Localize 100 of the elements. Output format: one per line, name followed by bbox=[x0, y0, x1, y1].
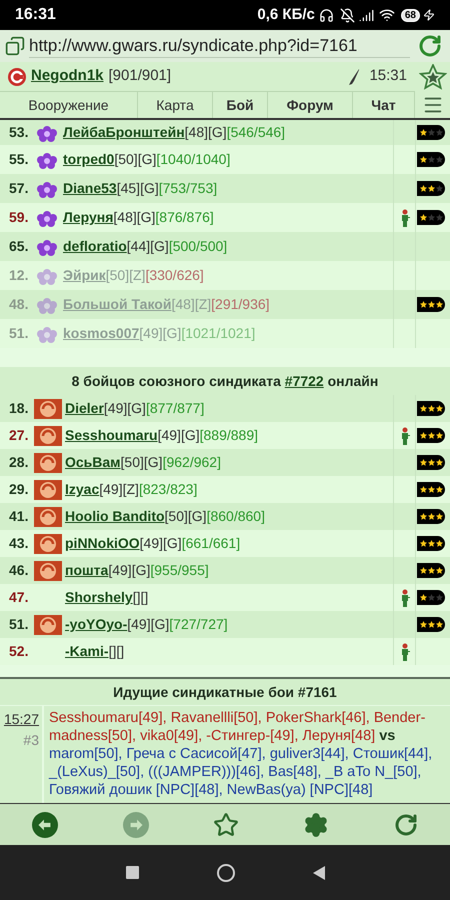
emblem-avatar-icon bbox=[34, 560, 62, 580]
member-number: 47. bbox=[9, 588, 30, 607]
home-icon[interactable] bbox=[216, 864, 234, 882]
status-time: 16:31 bbox=[15, 5, 56, 25]
rifle-icon bbox=[348, 68, 360, 86]
emblem-avatar-icon bbox=[34, 480, 62, 500]
member-name-link[interactable]: Леруня bbox=[63, 209, 114, 225]
member-info: -yoYOyo-[49][G][727/727] bbox=[65, 615, 228, 634]
emblem-avatar-icon bbox=[34, 506, 62, 526]
nav-tab[interactable]: Форум bbox=[268, 92, 353, 118]
member-info: Sesshoumaru[49][G][889/889] bbox=[65, 426, 258, 445]
member-name-link[interactable]: torped0 bbox=[63, 151, 114, 167]
member-info: Diane53[45][G][753/753] bbox=[63, 179, 218, 198]
section-title: онлайн bbox=[326, 372, 378, 390]
wifi-icon bbox=[378, 7, 395, 23]
nav-tab[interactable]: Вооружение bbox=[0, 92, 138, 118]
emblem-avatar-icon bbox=[34, 614, 62, 634]
star-icon[interactable] bbox=[418, 64, 446, 90]
back-icon[interactable] bbox=[312, 866, 324, 880]
flower-avatar-icon bbox=[34, 238, 60, 256]
user-hp: [901/901] bbox=[108, 66, 172, 86]
member-info: Большой Такой[48][Z][291/936] bbox=[63, 295, 270, 314]
battle-number: #3 bbox=[23, 731, 39, 750]
star-icon[interactable] bbox=[212, 812, 239, 838]
member-number: 52. bbox=[9, 642, 30, 661]
member-number: 29. bbox=[9, 480, 30, 499]
syndicate-link[interactable]: #7722 bbox=[284, 370, 324, 392]
member-number: 53. bbox=[9, 123, 30, 142]
emblem-avatar-icon bbox=[34, 452, 62, 472]
battery-level: 68 bbox=[400, 8, 420, 22]
flower-avatar-icon bbox=[34, 124, 60, 142]
member-info: ЛейбаБронштейн[48][G][546/546] bbox=[63, 123, 286, 142]
member-name-link[interactable]: defloratio bbox=[63, 238, 127, 254]
soldier-icon bbox=[400, 588, 410, 606]
member-number: 51. bbox=[9, 324, 30, 343]
member-name-link[interactable]: Diane53 bbox=[63, 180, 117, 196]
server-time: 15:31 bbox=[369, 66, 407, 86]
member-number: 65. bbox=[9, 237, 30, 256]
signal-icon bbox=[358, 8, 374, 22]
member-number: 48. bbox=[9, 295, 30, 314]
recents-icon[interactable] bbox=[126, 866, 138, 879]
bell-off-icon bbox=[340, 8, 355, 22]
member-number: 18. bbox=[9, 399, 30, 418]
member-name-link[interactable]: Hoolio Bandito bbox=[65, 508, 165, 524]
member-number: 51. bbox=[9, 615, 30, 634]
user-name-link[interactable]: Negodn1k bbox=[31, 65, 104, 88]
reload-icon[interactable] bbox=[418, 34, 442, 58]
emblem-avatar-icon bbox=[34, 398, 62, 418]
member-info: пошта[49][G][955/955] bbox=[65, 561, 209, 580]
headphones-icon bbox=[318, 8, 334, 22]
battle-time-link[interactable]: 15:27 bbox=[4, 709, 39, 730]
nav-tab[interactable]: Бой bbox=[213, 92, 268, 118]
logo-icon bbox=[8, 68, 26, 86]
flower-avatar-icon bbox=[34, 180, 60, 198]
member-number: 28. bbox=[9, 453, 30, 472]
back-icon[interactable] bbox=[32, 812, 58, 838]
flower-avatar-icon bbox=[34, 296, 60, 314]
battles-title: Идущие синдикатные бои #7161 bbox=[0, 679, 450, 706]
member-info: -Kami-[][] bbox=[65, 642, 124, 661]
member-number: 27. bbox=[9, 426, 30, 445]
member-name-link[interactable]: ОсьВам bbox=[65, 454, 121, 470]
flower-avatar-icon bbox=[34, 208, 60, 226]
member-info: Izyac[49][Z][823/823] bbox=[65, 480, 198, 499]
member-number: 12. bbox=[9, 266, 30, 285]
member-name-link[interactable]: Izyac bbox=[65, 481, 100, 497]
member-number: 55. bbox=[9, 150, 30, 169]
member-number: 41. bbox=[9, 507, 30, 526]
member-name-link[interactable]: Shorshely bbox=[65, 589, 133, 605]
member-number: 46. bbox=[9, 561, 30, 580]
reload-icon[interactable] bbox=[394, 812, 418, 836]
member-name-link[interactable]: -Kami- bbox=[65, 643, 109, 659]
tabs-icon[interactable] bbox=[5, 36, 25, 56]
settings-icon[interactable] bbox=[303, 812, 330, 838]
member-info: piNNokiOO[49][G][661/661] bbox=[65, 534, 240, 553]
member-number: 57. bbox=[9, 179, 30, 198]
member-info: Леруня[48][G][876/876] bbox=[63, 208, 214, 227]
member-number: 59. bbox=[9, 208, 30, 227]
member-info: Shorshely[][] bbox=[65, 588, 148, 607]
flower-avatar-icon bbox=[34, 266, 60, 284]
member-name-link[interactable]: piNNokiOO bbox=[65, 535, 140, 551]
member-number: 43. bbox=[9, 534, 30, 553]
charging-icon bbox=[423, 9, 435, 21]
emblem-avatar-icon bbox=[34, 534, 62, 554]
member-info: kosmos007[49][G][1021/1021] bbox=[63, 324, 256, 343]
member-name-link[interactable]: -yoYOyo- bbox=[65, 616, 128, 632]
member-info: Hoolio Bandito[50][G][860/860] bbox=[65, 507, 265, 526]
member-info: Dieler[49][G][877/877] bbox=[65, 399, 204, 418]
member-name-link[interactable]: пошта bbox=[65, 562, 108, 578]
nav-tab[interactable]: Карта bbox=[138, 92, 213, 118]
member-name-link[interactable]: ЛейбаБронштейн bbox=[63, 124, 185, 140]
soldier-icon bbox=[400, 208, 410, 226]
nav-tab[interactable]: Чат bbox=[353, 92, 415, 118]
member-name-link[interactable]: Dieler bbox=[65, 400, 104, 416]
member-info: defloratio[44][G][500/500] bbox=[63, 237, 228, 256]
soldier-icon bbox=[400, 426, 410, 444]
battle-participants: Sesshoumaru[49], Ravanellli[50], PokerShark[46], Bender-madness[50], vika0[49], -Стингер-[49], Леруня[48] vs marom[50], Греча с Сасисой[47], guliver3[44], Стошик[44], _(LeXus)_[50], (((JAMPER)))[46], Bas[48], _B aTo N_[50], Говяжий дошик [NPC][48], NewBas(ya) [NPC][48] bbox=[48, 709, 434, 800]
flower-avatar-icon bbox=[34, 150, 60, 168]
member-info: torped0[50][G][1040/1040] bbox=[63, 150, 230, 169]
member-name-link[interactable]: Sesshoumaru bbox=[65, 427, 158, 443]
member-info: ОсьВам[50][G][962/962] bbox=[65, 453, 221, 472]
